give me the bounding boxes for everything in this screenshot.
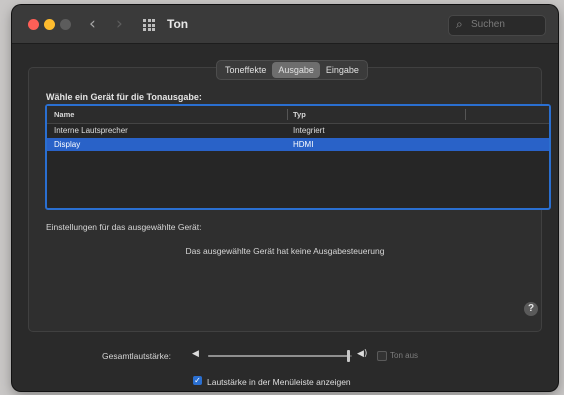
column-header-name[interactable]: Name — [54, 110, 74, 119]
output-device-table[interactable]: Name Typ Interne Lautsprecher Integriert… — [45, 104, 551, 210]
device-name: Interne Lautsprecher — [54, 126, 128, 135]
device-type: Integriert — [293, 126, 325, 135]
volume-slider-knob[interactable] — [347, 350, 351, 362]
table-row[interactable]: Interne Lautsprecher Integriert — [47, 124, 549, 137]
column-divider — [465, 109, 466, 120]
table-header: Name Typ — [47, 106, 549, 124]
show-in-menu-bar-checkbox[interactable]: ✓ — [193, 376, 202, 385]
speaker-high-icon: ◀) — [357, 349, 368, 359]
close-button[interactable] — [28, 19, 39, 30]
volume-slider-fill — [208, 355, 350, 357]
no-output-control-message: Das ausgewählte Gerät hat keine Ausgabes… — [185, 246, 385, 256]
tab-ausgabe[interactable]: Ausgabe — [272, 62, 320, 78]
help-button[interactable]: ? — [524, 302, 538, 316]
window-title: Ton — [167, 17, 189, 31]
search-field[interactable]: ⌕ Suchen — [448, 15, 546, 36]
device-settings-label: Einstellungen für das ausgewählte Gerät: — [46, 222, 202, 232]
tab-toneffekte[interactable]: Toneffekte — [219, 61, 272, 79]
search-placeholder: Suchen — [471, 19, 505, 30]
table-row-selected[interactable]: Display HDMI — [47, 138, 549, 151]
forward-icon[interactable]: › — [116, 14, 123, 34]
zoom-button[interactable] — [60, 19, 71, 30]
choose-device-label: Wähle ein Gerät für die Tonausgabe: — [46, 92, 202, 102]
minimize-button[interactable] — [44, 19, 55, 30]
mute-checkbox[interactable] — [377, 351, 387, 361]
search-icon: ⌕ — [456, 17, 463, 31]
mute-label: Ton aus — [390, 351, 419, 360]
column-header-type[interactable]: Typ — [293, 110, 306, 119]
system-preferences-window: ‹ › Ton ⌕ Suchen Toneffekte Ausgabe Eing… — [12, 5, 558, 391]
speaker-low-icon: ◀ — [192, 349, 199, 359]
tab-bar: Toneffekte Ausgabe Eingabe — [216, 60, 368, 80]
tab-eingabe[interactable]: Eingabe — [320, 61, 365, 79]
back-icon[interactable]: ‹ — [89, 14, 96, 34]
volume-slider[interactable] — [208, 350, 352, 362]
device-name: Display — [54, 140, 81, 149]
device-type: HDMI — [293, 140, 314, 149]
show-all-grid-icon[interactable] — [143, 19, 155, 31]
show-in-menu-bar-label: Lautstärke in der Menüleiste anzeigen — [207, 377, 351, 387]
column-divider — [287, 109, 288, 120]
output-volume-label: Gesamtlautstärke: — [102, 351, 171, 361]
title-bar: ‹ › Ton ⌕ Suchen — [12, 5, 558, 44]
